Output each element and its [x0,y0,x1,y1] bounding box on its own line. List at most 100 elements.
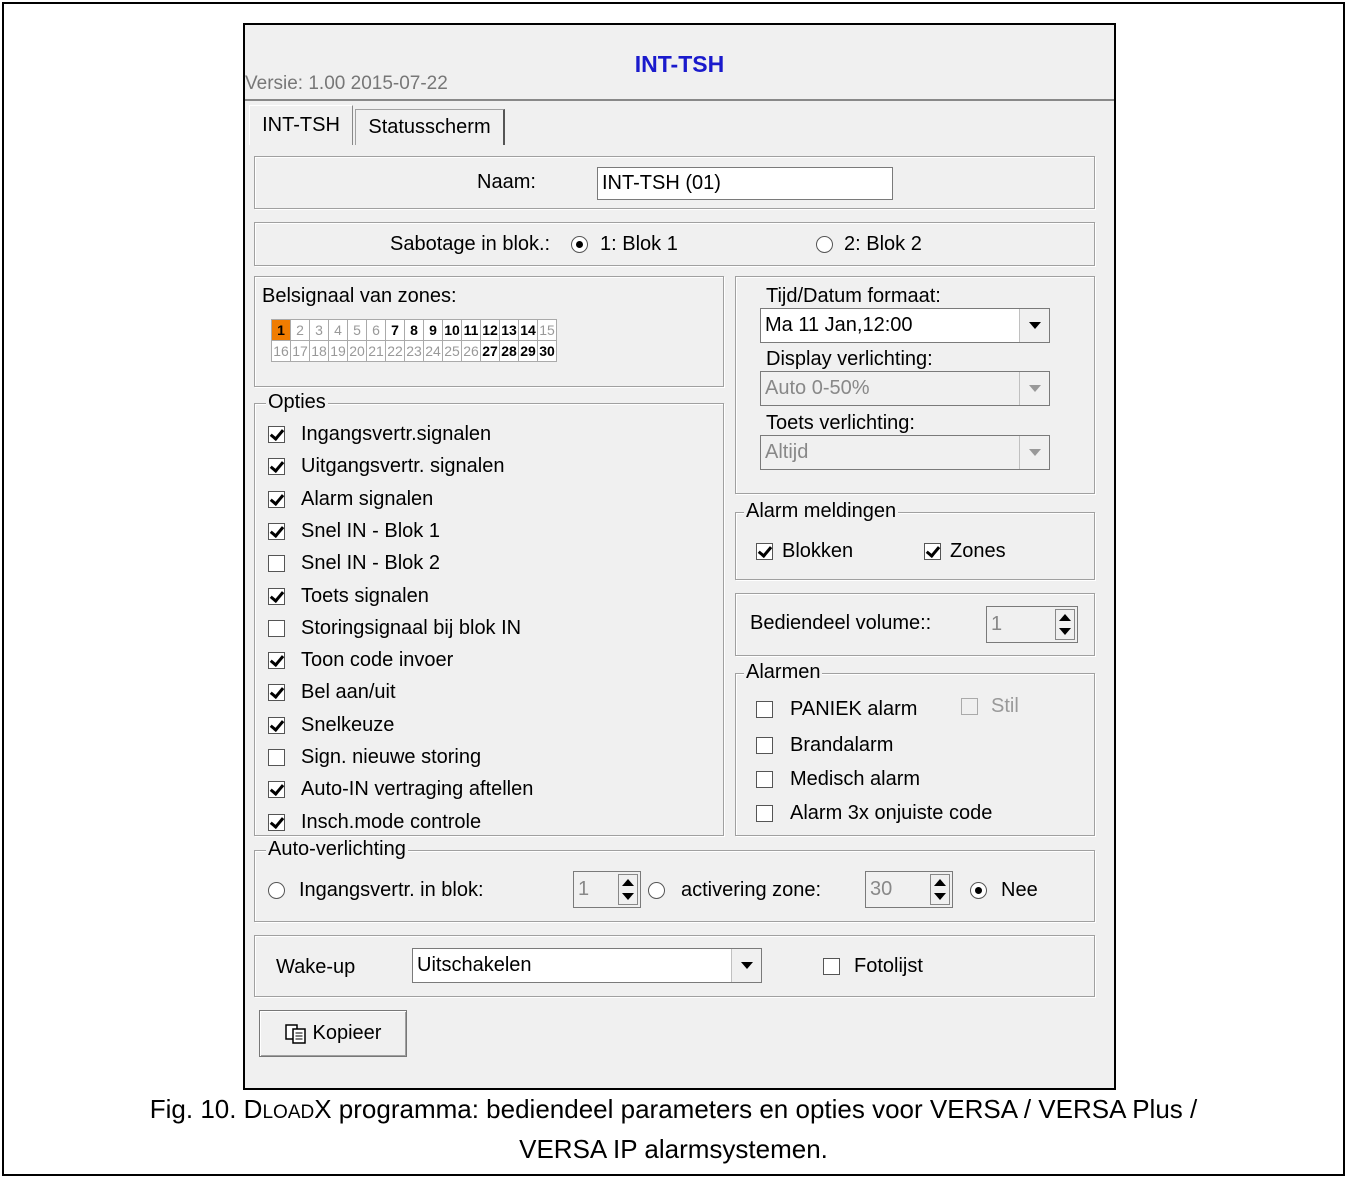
kopieer-label: Kopieer [312,1022,382,1044]
volume-label: Bediendeel volume:: [750,612,932,634]
paniek-checkbox[interactable] [756,701,773,718]
tab-int-tsh[interactable]: INT-TSH [249,105,353,145]
zone-cell[interactable]: 25 [443,341,462,362]
zone-cell[interactable]: 21 [367,341,386,362]
zone-cell[interactable]: 16 [272,341,291,362]
zone-cell[interactable]: 27 [481,341,500,362]
zone-cell[interactable]: 3 [310,320,329,341]
zone-cell[interactable]: 14 [519,320,538,341]
onjuist-checkbox[interactable] [756,805,773,822]
option-label: Sign. nieuwe storing [301,746,482,768]
zone-label: activering zone: [681,879,822,901]
caption-smallcaps: LOAD [262,1102,315,1123]
option-label: Uitgangsvertr. signalen [301,455,505,478]
zone-cell[interactable]: 12 [481,320,500,341]
chevron-down-icon[interactable] [1019,309,1049,342]
zone-cell[interactable]: 8 [405,320,424,341]
option-checkbox[interactable] [268,619,285,637]
option-label: Alarm signalen [301,487,434,510]
option-checkbox[interactable] [268,522,285,540]
fotolijst-label: Fotolijst [854,955,923,977]
settings-window: INT-TSH Versie: 1.00 2015-07-22 INT-TSH … [243,23,1116,1090]
onjuist-label: Alarm 3x onjuiste code [790,802,993,824]
medisch-label: Medisch alarm [790,768,921,790]
zone-spinner[interactable] [930,874,950,905]
zone-cell[interactable]: 19 [329,341,348,362]
volume-input: 1 [986,606,1078,643]
wakeup-select[interactable]: Uitschakelen [412,948,762,983]
display-label: Display verlichting: [766,348,933,370]
blokken-label: Blokken [782,540,854,562]
naam-group: Naam: INT-TSH (01) [254,156,1095,209]
ingang-radio[interactable] [268,882,285,899]
ingang-spinner[interactable] [618,874,638,905]
nee-label: Nee [1001,879,1038,901]
nee-radio[interactable] [970,882,987,899]
brand-checkbox[interactable] [756,737,773,754]
option-label: Toets signalen [301,584,429,607]
sabotage-blok2-radio[interactable] [816,236,833,253]
option-checkbox[interactable] [268,587,285,605]
option-checkbox[interactable] [268,716,285,734]
zone-cell[interactable]: 2 [291,320,310,341]
option-checkbox[interactable] [268,555,285,573]
zone-value: 30 [870,878,893,900]
option-checkbox[interactable] [268,684,285,702]
option-checkbox[interactable] [268,458,285,476]
option-label: Storingsignaal bij blok IN [301,616,522,639]
zone-cell[interactable]: 17 [291,341,310,362]
zone-cell[interactable]: 26 [462,341,481,362]
kopieer-button[interactable]: Kopieer [259,1010,407,1057]
zone-cell[interactable]: 22 [386,341,405,362]
zone-cell[interactable]: 10 [443,320,462,341]
zones-checkbox[interactable] [924,543,941,560]
zone-cell[interactable]: 6 [367,320,386,341]
zone-cell[interactable]: 5 [348,320,367,341]
zone-cell[interactable]: 1 [272,320,291,341]
sabotage-label: Sabotage in blok.: [390,233,551,255]
zones-label: Zones [950,540,1006,562]
caption-line-2: VERSA IP alarmsystemen. [519,1134,828,1164]
chevron-down-icon[interactable] [731,949,761,982]
fotolijst-checkbox[interactable] [823,958,840,975]
option-checkbox[interactable] [268,813,285,831]
naam-input[interactable]: INT-TSH (01) [597,167,893,200]
zone-cell[interactable]: 24 [424,341,443,362]
medisch-checkbox[interactable] [756,771,773,788]
zone-cell[interactable]: 23 [405,341,424,362]
zone-cell[interactable]: 30 [538,341,557,362]
zone-cell[interactable]: 11 [462,320,481,341]
version-text: Versie: 1.00 2015-07-22 [245,73,448,94]
volume-group: Bediendeel volume:: 1 [735,593,1095,656]
option-checkbox[interactable] [268,781,285,799]
option-checkbox[interactable] [268,749,285,766]
zone-cell[interactable]: 4 [329,320,348,341]
caption-prefix: Fig. 10. D [149,1094,263,1124]
volume-value: 1 [991,613,1003,635]
option-checkbox[interactable] [268,426,285,443]
auto-verlichting-group: Auto-verlichting Ingangsvertr. in blok: … [254,838,1095,922]
zone-cell[interactable]: 9 [424,320,443,341]
blokken-checkbox[interactable] [756,543,773,560]
alarm-meldingen-title: Alarm meldingen [744,500,899,523]
zone-cell[interactable]: 7 [386,320,405,341]
display-select: Auto 0-50% [760,371,1050,406]
option-checkbox[interactable] [268,490,285,508]
zone-cell[interactable]: 18 [310,341,329,362]
option-checkbox[interactable] [268,652,285,670]
option-label: Ingangsvertr.signalen [301,423,492,445]
ingang-value: 1 [578,878,590,900]
volume-spinner[interactable] [1055,609,1075,640]
brand-label: Brandalarm [790,734,894,756]
zone-radio[interactable] [648,882,665,899]
sabotage-blok1-radio[interactable] [571,236,588,253]
zone-cell[interactable]: 28 [500,341,519,362]
zone-cell[interactable]: 13 [500,320,519,341]
tijd-label: Tijd/Datum formaat: [766,285,941,307]
header-divider [245,99,1114,101]
zone-cell[interactable]: 20 [348,341,367,362]
zone-cell[interactable]: 15 [538,320,557,341]
tab-statusscherm[interactable]: Statusscherm [355,109,505,145]
tijd-select[interactable]: Ma 11 Jan,12:00 [760,308,1050,343]
zone-cell[interactable]: 29 [519,341,538,362]
